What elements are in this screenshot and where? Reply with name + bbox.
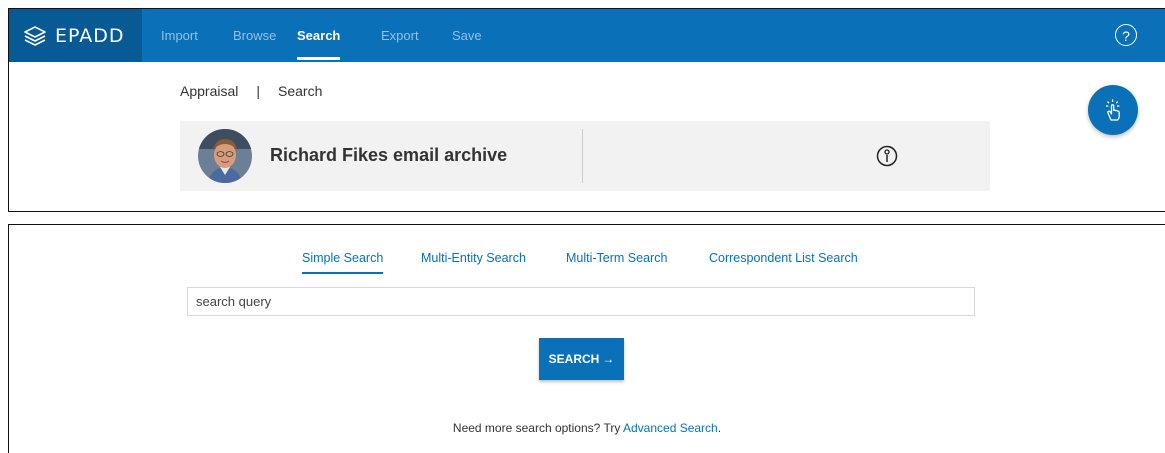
tab-label: Multi-Term Search <box>566 251 668 265</box>
nav-item-export[interactable]: Export <box>381 9 419 62</box>
layers-logo-icon <box>24 25 46 46</box>
nav-item-label: Browse <box>233 28 277 43</box>
tap-gesture-button[interactable] <box>1088 85 1138 135</box>
tab-label: Simple Search <box>302 251 384 265</box>
breadcrumb-appraisal[interactable]: Appraisal <box>180 83 238 99</box>
search-button-label: SEARCH <box>548 352 600 366</box>
active-tab-indicator <box>302 272 384 274</box>
arrow-right-icon: → <box>602 352 615 366</box>
nav-item-search[interactable]: Search <box>297 9 341 62</box>
tab-simple-search[interactable]: Simple Search <box>302 251 384 274</box>
nav-item-browse[interactable]: Browse <box>233 9 276 62</box>
breadcrumb-separator: | <box>256 83 261 99</box>
more-options-prefix: Need more search options? Try <box>452 421 623 435</box>
avatar <box>198 129 252 183</box>
nav-item-label: Export <box>381 28 419 43</box>
tab-label: Correspondent List Search <box>709 251 858 265</box>
brand-name: ePADD <box>55 24 125 47</box>
header-panel: ePADD Import Browse Search Export Save ?… <box>8 8 1165 212</box>
breadcrumb: Appraisal | Search <box>180 83 322 99</box>
tab-multi-entity-search[interactable]: Multi-Entity Search <box>421 251 526 265</box>
tap-gesture-icon <box>1106 99 1120 121</box>
archive-card: Richard Fikes email archive <box>180 121 990 191</box>
info-circle-icon[interactable] <box>876 145 898 167</box>
nav-item-label: Import <box>161 28 198 43</box>
tab-label: Multi-Entity Search <box>421 251 526 265</box>
nav-item-label: Save <box>452 28 482 43</box>
archive-title: Richard Fikes email archive <box>270 145 508 165</box>
nav-item-save[interactable]: Save <box>452 9 482 62</box>
brand-logo[interactable]: ePADD <box>9 9 142 62</box>
more-options-suffix: . <box>717 421 722 435</box>
more-options-text: Need more search options? Try Advanced S… <box>9 421 1165 435</box>
nav-item-import[interactable]: Import <box>161 9 198 62</box>
search-panel: Simple Search Multi-Entity Search Multi-… <box>8 224 1165 453</box>
question-circle-icon[interactable]: ? <box>1115 24 1137 46</box>
nav-item-label: Search <box>297 28 341 43</box>
active-nav-indicator <box>297 57 341 60</box>
tab-correspondent-list-search[interactable]: Correspondent List Search <box>709 251 858 265</box>
top-nav-bar: ePADD Import Browse Search Export Save ? <box>9 9 1165 62</box>
card-divider <box>582 129 583 183</box>
breadcrumb-search: Search <box>278 83 323 99</box>
advanced-search-link[interactable]: Advanced Search <box>623 421 718 435</box>
search-input[interactable] <box>187 287 975 316</box>
search-button[interactable]: SEARCH → <box>539 338 624 380</box>
tab-multi-term-search[interactable]: Multi-Term Search <box>566 251 667 265</box>
